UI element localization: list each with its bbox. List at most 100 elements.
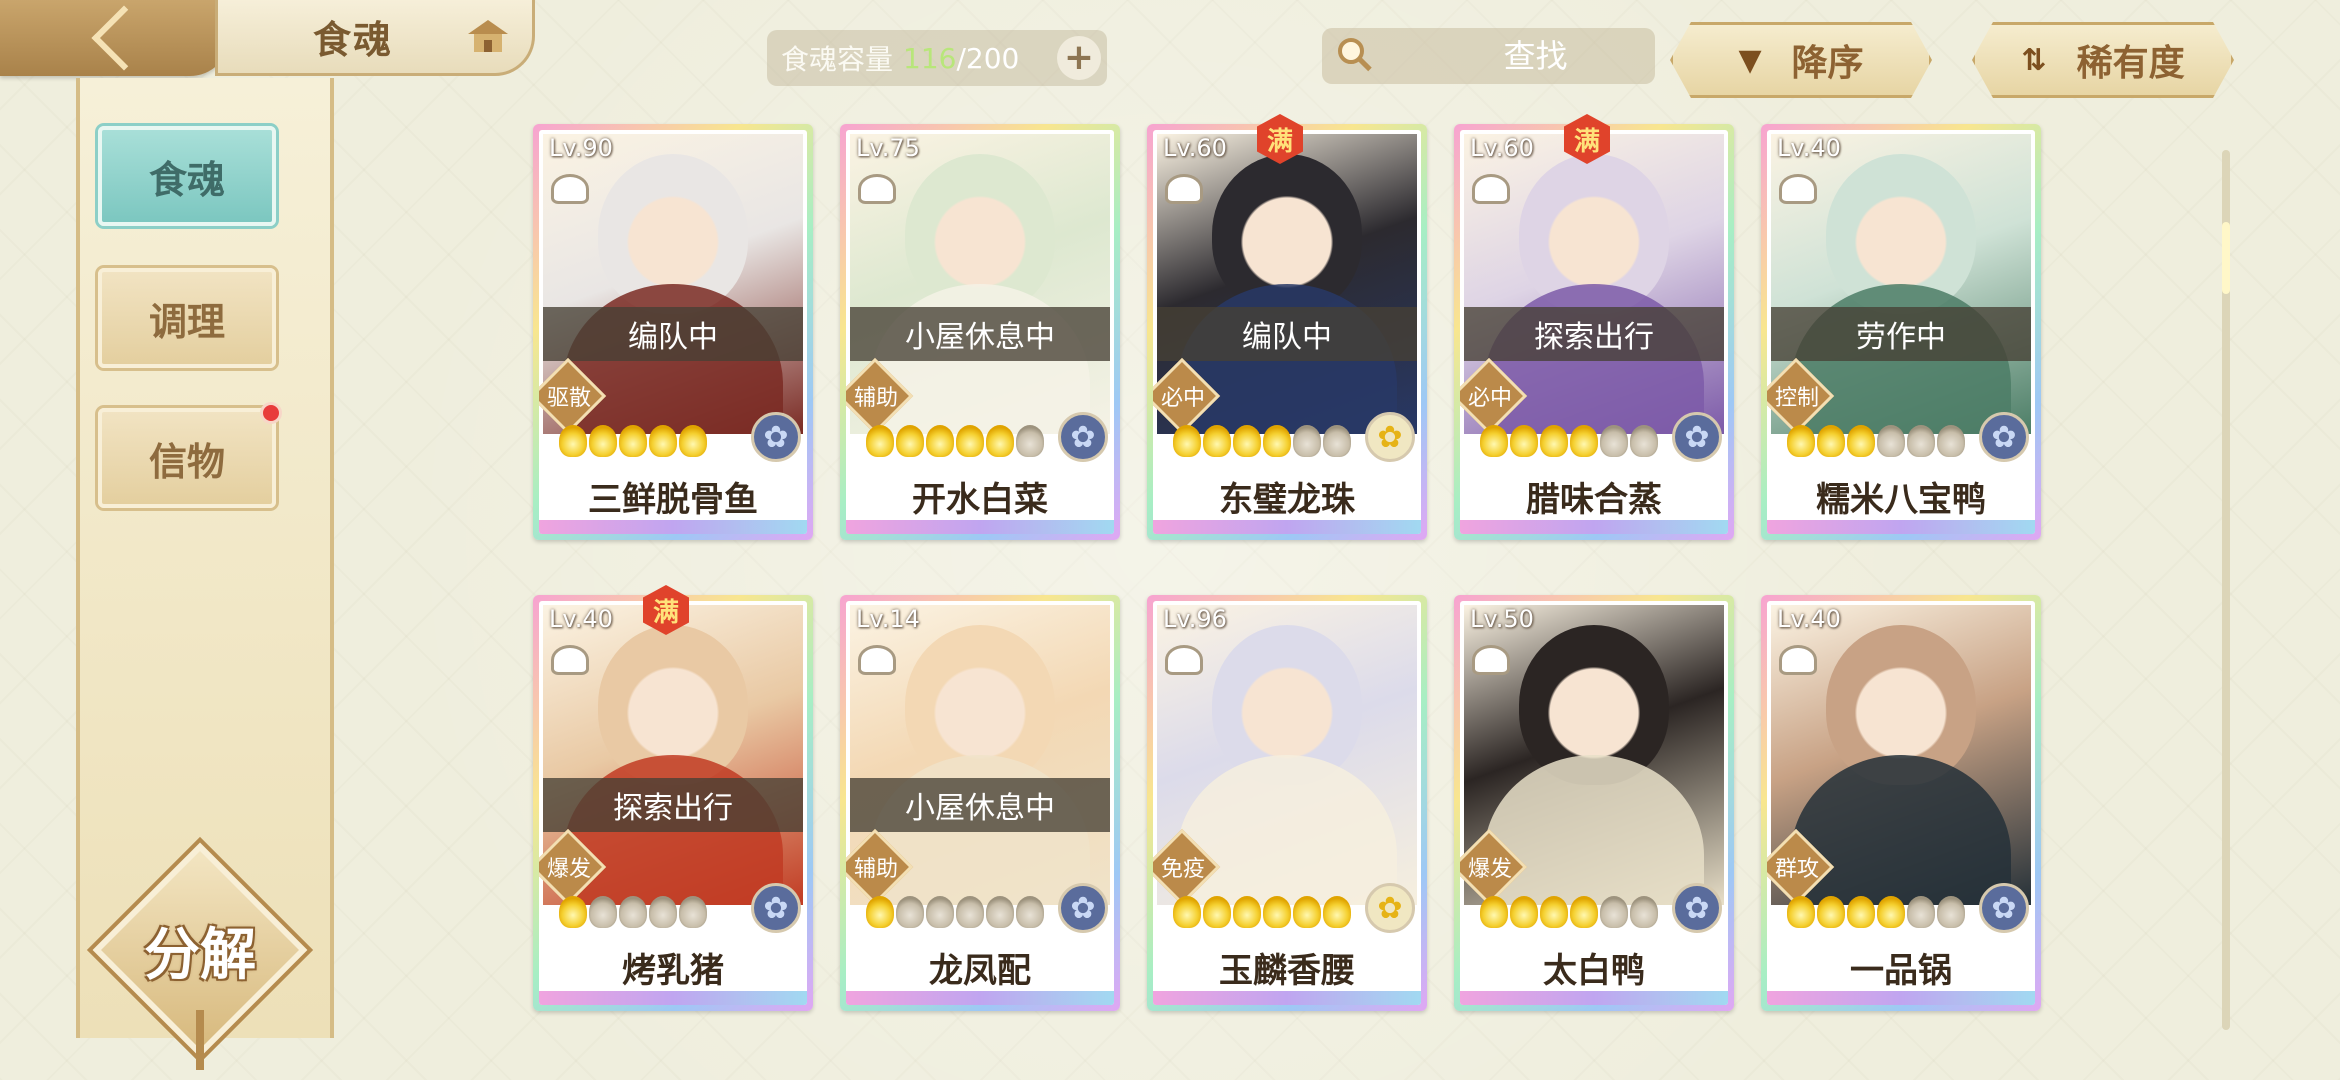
star-icon bbox=[649, 425, 677, 457]
star-icon bbox=[1233, 425, 1261, 457]
star-icon bbox=[1323, 896, 1351, 928]
role-label: 控制 bbox=[1774, 386, 1819, 411]
flower-element-icon: ✿ bbox=[1979, 412, 2029, 462]
star-icon bbox=[1787, 425, 1815, 457]
card-footer-strip bbox=[1460, 520, 1728, 534]
character-name: 开水白菜 bbox=[912, 479, 1048, 520]
character-name: 糯米八宝鸭 bbox=[1816, 479, 1986, 520]
tab-conditioning[interactable]: 调理 bbox=[98, 268, 276, 368]
sort-order-label: 降序 bbox=[1791, 43, 1864, 84]
role-label: 爆发 bbox=[546, 857, 591, 882]
card-inner: Lv.60 编队中 必中 ✿ 东璧龙珠 bbox=[1153, 130, 1421, 534]
food-soul-card[interactable]: Lv.40 探索出行 爆发 ✿ 烤乳猪满 bbox=[533, 585, 813, 1011]
food-soul-card[interactable]: Lv.75 小屋休息中 辅助 ✿ 开水白菜 bbox=[840, 124, 1120, 540]
level-label: Lv.96 bbox=[1163, 605, 1227, 633]
star-icon bbox=[1173, 425, 1201, 457]
food-soul-card[interactable]: Lv.40 劳作中 控制 ✿ 糯米八宝鸭 bbox=[1761, 124, 2041, 540]
search-box: ✕ bbox=[1322, 28, 1769, 84]
star-icon bbox=[956, 425, 984, 457]
capacity-label: 食魂容量 bbox=[781, 43, 894, 76]
character-name: 一品锅 bbox=[1850, 950, 1952, 991]
flower-element-icon: ✿ bbox=[1672, 883, 1722, 933]
star-icon bbox=[1570, 896, 1598, 928]
tab-tokens[interactable]: 信物 bbox=[98, 402, 282, 508]
add-capacity-button[interactable]: + bbox=[1057, 36, 1101, 80]
star-icon bbox=[986, 425, 1014, 457]
back-button[interactable] bbox=[0, 0, 230, 76]
star-rating bbox=[1787, 425, 1965, 457]
dish-icon bbox=[1472, 645, 1510, 675]
status-banner: 编队中 bbox=[543, 307, 803, 361]
role-label: 辅助 bbox=[853, 386, 898, 411]
dish-icon bbox=[551, 645, 589, 675]
star-icon bbox=[1323, 425, 1351, 457]
star-icon bbox=[1173, 896, 1201, 928]
star-icon bbox=[1293, 896, 1321, 928]
star-icon bbox=[1847, 425, 1875, 457]
card-footer-strip bbox=[846, 520, 1114, 534]
star-icon bbox=[1630, 425, 1658, 457]
star-icon bbox=[1540, 896, 1568, 928]
star-icon bbox=[986, 896, 1014, 928]
house-icon[interactable] bbox=[466, 18, 510, 54]
card-inner: Lv.14 小屋休息中 辅助 ✿ 龙凤配 bbox=[846, 601, 1114, 1005]
star-icon bbox=[956, 896, 984, 928]
sort-field-button[interactable]: ⇅ 稀有度 bbox=[1972, 22, 2234, 98]
star-icon bbox=[926, 896, 954, 928]
status-banner: 小屋休息中 bbox=[850, 307, 1110, 361]
notification-dot bbox=[260, 402, 282, 424]
tab-label: 食魂 bbox=[148, 157, 225, 202]
card-footer-strip bbox=[539, 520, 807, 534]
food-soul-card[interactable]: Lv.14 小屋休息中 辅助 ✿ 龙凤配 bbox=[840, 595, 1120, 1011]
flower-element-icon: ✿ bbox=[1672, 412, 1722, 462]
star-rating bbox=[1173, 425, 1351, 457]
star-icon bbox=[1937, 896, 1965, 928]
star-icon bbox=[679, 425, 707, 457]
star-rating bbox=[1787, 896, 1965, 928]
food-soul-card[interactable]: Lv.90 编队中 驱散 ✿ 三鲜脱骨鱼 bbox=[533, 124, 813, 540]
star-icon bbox=[1787, 896, 1815, 928]
star-icon bbox=[1480, 425, 1508, 457]
level-label: Lv.40 bbox=[1777, 605, 1841, 633]
food-soul-card[interactable]: Lv.96 免疫 ✿ 玉麟香腰 bbox=[1147, 595, 1427, 1011]
dish-icon bbox=[1779, 645, 1817, 675]
star-icon bbox=[619, 425, 647, 457]
card-inner: Lv.50 爆发 ✿ 太白鸭 bbox=[1460, 601, 1728, 1005]
star-icon bbox=[1630, 896, 1658, 928]
dish-icon bbox=[858, 174, 896, 204]
character-name: 太白鸭 bbox=[1543, 950, 1645, 991]
star-rating bbox=[1480, 896, 1658, 928]
star-icon bbox=[1540, 425, 1568, 457]
star-icon bbox=[1016, 425, 1044, 457]
dish-icon bbox=[1779, 174, 1817, 204]
character-name: 玉麟香腰 bbox=[1219, 950, 1355, 991]
star-icon bbox=[1510, 425, 1538, 457]
star-icon bbox=[1510, 896, 1538, 928]
sort-order-button[interactable]: ▼ 降序 bbox=[1670, 22, 1932, 98]
card-footer-strip bbox=[1153, 520, 1421, 534]
star-icon bbox=[1907, 425, 1935, 457]
food-soul-card[interactable]: Lv.60 编队中 必中 ✿ 东璧龙珠满 bbox=[1147, 114, 1427, 540]
tab-food-souls[interactable]: 食魂 bbox=[98, 126, 276, 226]
star-icon bbox=[589, 425, 617, 457]
status-banner: 劳作中 bbox=[1771, 307, 2031, 361]
star-icon bbox=[1293, 425, 1321, 457]
star-rating bbox=[559, 896, 707, 928]
dish-icon bbox=[1472, 174, 1510, 204]
flower-element-icon: ✿ bbox=[1979, 883, 2029, 933]
scrollbar-thumb[interactable] bbox=[2222, 222, 2230, 294]
swap-arrows-icon: ⇅ bbox=[2021, 42, 2047, 78]
card-footer-strip bbox=[1767, 991, 2035, 1005]
card-footer-strip bbox=[1460, 991, 1728, 1005]
food-soul-card[interactable]: Lv.40 群攻 ✿ 一品锅 bbox=[1761, 595, 2041, 1011]
dish-icon bbox=[551, 174, 589, 204]
star-icon bbox=[1203, 896, 1231, 928]
page-title-tab: 食魂 bbox=[215, 0, 535, 76]
star-icon bbox=[1937, 425, 1965, 457]
star-rating bbox=[866, 896, 1044, 928]
card-inner: Lv.40 劳作中 控制 ✿ 糯米八宝鸭 bbox=[1767, 130, 2035, 534]
flower-element-icon: ✿ bbox=[751, 883, 801, 933]
star-rating bbox=[1173, 896, 1351, 928]
food-soul-card[interactable]: Lv.50 爆发 ✿ 太白鸭 bbox=[1454, 595, 1734, 1011]
food-soul-card[interactable]: Lv.60 探索出行 必中 ✿ 腊味合蒸满 bbox=[1454, 114, 1734, 540]
